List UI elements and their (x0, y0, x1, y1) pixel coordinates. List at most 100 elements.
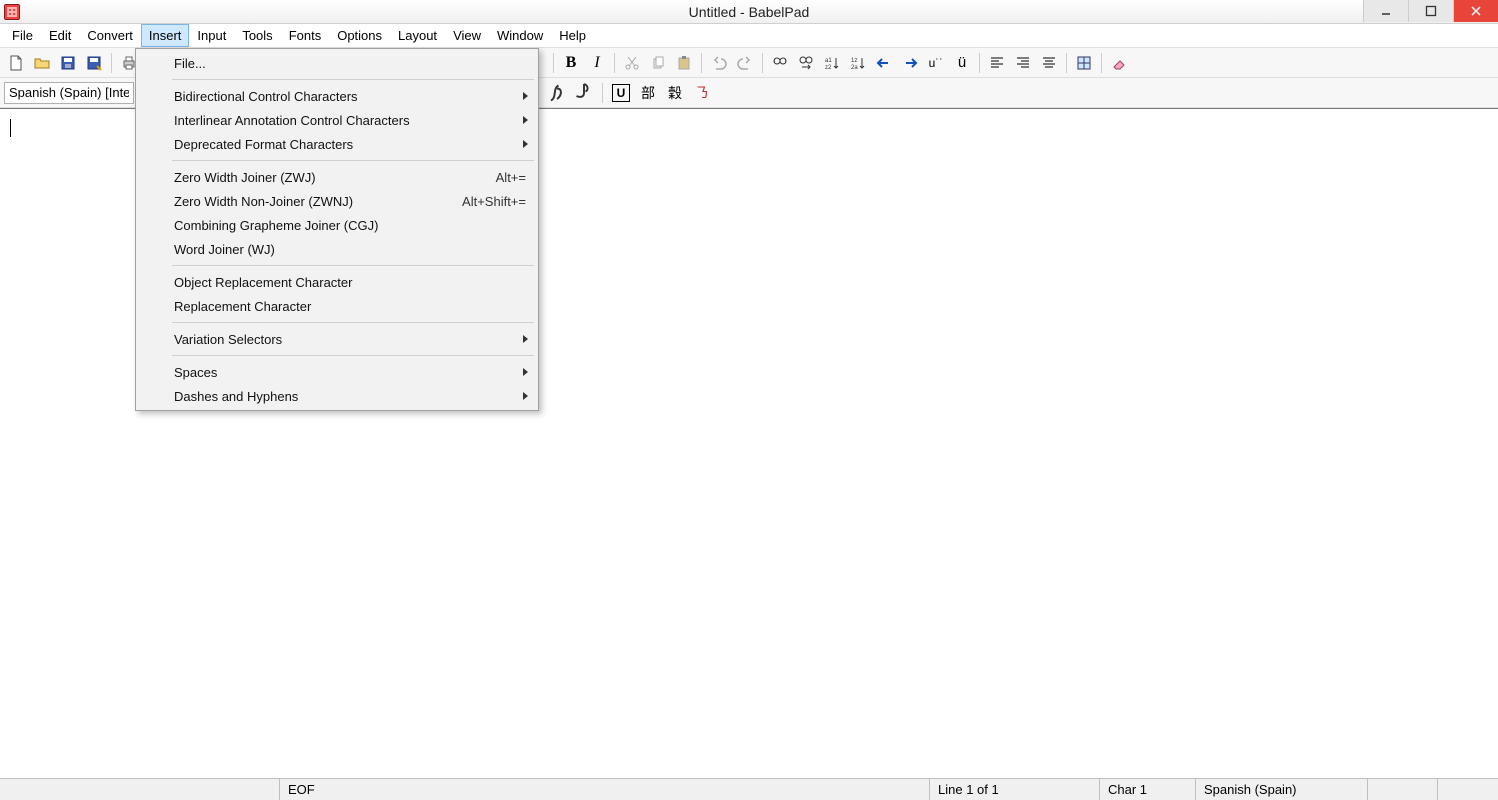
menu-edit[interactable]: Edit (41, 24, 79, 47)
menu-separator (172, 322, 534, 323)
menu-separator (172, 160, 534, 161)
menu-item[interactable]: Bidirectional Control Characters (138, 84, 536, 108)
italic-button[interactable]: I (585, 51, 609, 75)
submenu-arrow-icon (523, 368, 528, 376)
statusbar: EOF Line 1 of 1 Char 1 Spanish (Spain) (0, 778, 1498, 800)
menu-input[interactable]: Input (189, 24, 234, 47)
menu-item-label: Zero Width Joiner (ZWJ) (174, 170, 316, 185)
status-panel-1 (0, 779, 280, 800)
menubar: FileEditConvertInsertInputToolsFontsOpti… (0, 24, 1498, 48)
unicode-u-icon[interactable]: U (609, 81, 633, 105)
close-button[interactable] (1453, 0, 1498, 22)
find-icon[interactable] (768, 51, 792, 75)
menu-item-label: Spaces (174, 365, 217, 380)
diacritic2-icon[interactable]: ü (950, 51, 974, 75)
svg-text:a1: a1 (825, 58, 832, 64)
menu-item-label: Zero Width Non-Joiner (ZWNJ) (174, 194, 353, 209)
menu-help[interactable]: Help (551, 24, 594, 47)
replace-icon[interactable] (794, 51, 818, 75)
sort-az-icon[interactable]: a1z2 (820, 51, 844, 75)
menu-item[interactable]: Dashes and Hyphens (138, 384, 536, 408)
menu-item-label: Replacement Character (174, 299, 311, 314)
titlebar: Untitled - BabelPad (0, 0, 1498, 24)
save-icon[interactable] (56, 51, 80, 75)
arrow-left-icon[interactable] (872, 51, 896, 75)
menu-item-label: Deprecated Format Characters (174, 137, 353, 152)
menu-item-label: File... (174, 56, 206, 71)
paste-icon[interactable] (672, 51, 696, 75)
window-controls (1363, 0, 1498, 22)
menu-item[interactable]: Variation Selectors (138, 327, 536, 351)
text-caret (10, 119, 11, 137)
menu-item[interactable]: Interlinear Annotation Control Character… (138, 108, 536, 132)
radical-icon[interactable]: 部 (636, 81, 660, 105)
menu-item-label: Bidirectional Control Characters (174, 89, 358, 104)
bold-button[interactable]: B (559, 51, 583, 75)
menu-convert[interactable]: Convert (79, 24, 141, 47)
menu-fonts[interactable]: Fonts (281, 24, 330, 47)
script-char-icon[interactable] (545, 81, 569, 105)
han-lookup-icon[interactable]: 穀 (663, 81, 687, 105)
submenu-arrow-icon (523, 116, 528, 124)
align-right-icon[interactable] (1011, 51, 1035, 75)
strokes-icon[interactable]: ㇡ (690, 81, 714, 105)
menu-window[interactable]: Window (489, 24, 551, 47)
menu-item-label: Word Joiner (WJ) (174, 242, 275, 257)
menu-item[interactable]: Spaces (138, 360, 536, 384)
new-file-icon[interactable] (4, 51, 28, 75)
menu-item[interactable]: Zero Width Joiner (ZWJ) Alt+= (138, 165, 536, 189)
toolbar-separator (1066, 53, 1067, 73)
submenu-arrow-icon (523, 335, 528, 343)
redo-icon[interactable] (733, 51, 757, 75)
svg-text:1z: 1z (851, 58, 857, 64)
menu-separator (172, 79, 534, 80)
menu-tools[interactable]: Tools (234, 24, 280, 47)
menu-item[interactable]: Zero Width Non-Joiner (ZWNJ)Alt+Shift+= (138, 189, 536, 213)
language-input[interactable] (4, 82, 134, 104)
menu-item[interactable]: Object Replacement Character (138, 270, 536, 294)
minimize-button[interactable] (1363, 0, 1408, 22)
align-left-icon[interactable] (985, 51, 1009, 75)
toolbar-separator (762, 53, 763, 73)
sort-za-icon[interactable]: 1z2a (846, 51, 870, 75)
menu-item[interactable]: Combining Grapheme Joiner (CGJ) (138, 213, 536, 237)
menu-item-label: Dashes and Hyphens (174, 389, 298, 404)
undo-icon[interactable] (707, 51, 731, 75)
cut-icon[interactable] (620, 51, 644, 75)
menu-layout[interactable]: Layout (390, 24, 445, 47)
menu-separator (172, 265, 534, 266)
stroke-icon[interactable] (572, 81, 596, 105)
align-center-icon[interactable] (1037, 51, 1061, 75)
toolbar-separator (1101, 53, 1102, 73)
save-as-icon[interactable] (82, 51, 106, 75)
menu-item[interactable]: Deprecated Format Characters (138, 132, 536, 156)
arrow-right-icon[interactable] (898, 51, 922, 75)
svg-text:2a: 2a (851, 65, 858, 71)
toolbar-separator (614, 53, 615, 73)
menu-insert[interactable]: Insert (141, 24, 190, 47)
status-panel-end1 (1368, 779, 1438, 800)
copy-icon[interactable] (646, 51, 670, 75)
submenu-arrow-icon (523, 92, 528, 100)
status-char: Char 1 (1100, 779, 1196, 800)
toolbar-separator (979, 53, 980, 73)
diacritic1-icon[interactable]: u˙˙ (924, 51, 948, 75)
menu-item[interactable]: File... (138, 51, 536, 75)
menu-file[interactable]: File (4, 24, 41, 47)
status-eof: EOF (280, 779, 930, 800)
char-map-icon[interactable] (1072, 51, 1096, 75)
menu-shortcut: Alt+= (496, 170, 526, 185)
toolbar-separator (701, 53, 702, 73)
eraser-icon[interactable] (1107, 51, 1131, 75)
menu-item[interactable]: Replacement Character (138, 294, 536, 318)
maximize-button[interactable] (1408, 0, 1453, 22)
toolbar-separator (602, 83, 603, 103)
menu-item[interactable]: Word Joiner (WJ) (138, 237, 536, 261)
submenu-arrow-icon (523, 392, 528, 400)
menu-options[interactable]: Options (329, 24, 390, 47)
menu-view[interactable]: View (445, 24, 489, 47)
insert-menu-dropdown: File... Bidirectional Control Characters I… (135, 48, 539, 411)
status-language: Spanish (Spain) (1196, 779, 1368, 800)
menu-item-label: Interlinear Annotation Control Character… (174, 113, 410, 128)
open-file-icon[interactable] (30, 51, 54, 75)
